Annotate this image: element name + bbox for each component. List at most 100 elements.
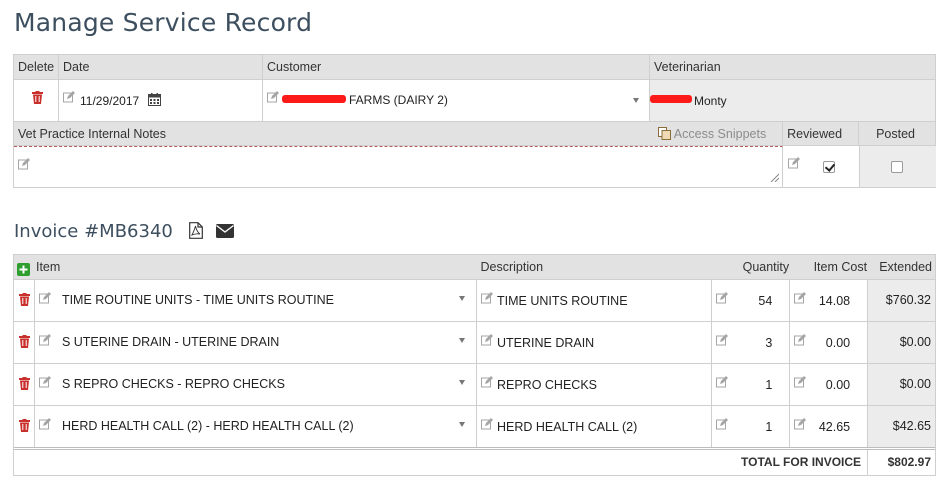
pencil-icon[interactable] — [480, 292, 493, 304]
reviewed-cell — [784, 146, 860, 187]
pencil-icon[interactable] — [38, 376, 51, 388]
pencil-icon[interactable] — [63, 91, 75, 103]
description-field[interactable]: HERD HEALTH CALL (2) — [477, 406, 713, 447]
date-value[interactable]: 11/29/2017 — [80, 94, 139, 108]
notes-header-label: Vet Practice Internal Notes — [18, 127, 166, 141]
item-select[interactable]: S REPRO CHECKS - REPRO CHECKS — [35, 364, 477, 405]
pencil-icon[interactable] — [794, 292, 807, 304]
add-item-cell — [14, 255, 35, 279]
quantity-field[interactable]: 54 — [712, 280, 791, 321]
quantity-value: 1 — [765, 420, 773, 434]
item-select[interactable]: TIME ROUTINE UNITS - TIME UNITS ROUTINE — [35, 280, 477, 321]
pencil-icon[interactable] — [480, 334, 493, 346]
pencil-icon[interactable] — [480, 376, 493, 388]
delete-row-trash-icon[interactable] — [19, 293, 30, 306]
pencil-icon[interactable] — [38, 334, 51, 346]
veterinarian-redaction — [650, 95, 692, 103]
pencil-icon[interactable] — [267, 91, 279, 103]
pencil-icon[interactable] — [716, 334, 729, 346]
chevron-down-icon[interactable] — [458, 380, 465, 385]
veterinarian-value: Monty — [694, 94, 727, 108]
extended-cell: $0.00 — [868, 322, 935, 363]
total-label: TOTAL FOR INVOICE — [14, 450, 869, 475]
delete-row-trash-icon[interactable] — [19, 335, 30, 348]
quantity-field[interactable]: 1 — [712, 406, 791, 447]
extended-value: $0.00 — [899, 335, 931, 349]
envelope-icon[interactable] — [216, 222, 235, 243]
date-header: Date — [59, 55, 263, 79]
customer-value: FARMS (DAIRY 2) — [349, 93, 448, 107]
invoice-table: Item Description Quantity Item Cost Exte… — [13, 254, 936, 476]
pencil-icon[interactable] — [480, 418, 493, 430]
invoice-row: S REPRO CHECKS - REPRO CHECKS REPRO CHEC… — [14, 363, 935, 405]
extended-value: $42.65 — [892, 419, 931, 433]
quantity-value: 54 — [758, 294, 773, 308]
extended-header: Extended — [879, 260, 933, 274]
delete-record-trash-icon[interactable] — [32, 91, 43, 104]
description-field[interactable]: REPRO CHECKS — [477, 364, 713, 405]
customer-redaction — [282, 95, 346, 103]
delete-row-trash-icon[interactable] — [19, 377, 30, 390]
invoice-total-row: TOTAL FOR INVOICE $802.97 — [14, 447, 935, 475]
posted-checkbox[interactable] — [891, 161, 903, 173]
item-select[interactable]: HERD HEALTH CALL (2) - HERD HEALTH CALL … — [35, 406, 477, 447]
access-snippets-label: Access Snippets — [673, 127, 767, 141]
pencil-icon[interactable] — [716, 418, 729, 430]
customer-select[interactable]: FARMS (DAIRY 2) — [263, 80, 650, 121]
extended-cell: $42.65 — [868, 406, 935, 447]
description-value: UTERINE DRAIN — [496, 336, 595, 350]
item-cost-value: 0.00 — [825, 378, 851, 392]
item-cost-field[interactable]: 42.65 — [790, 406, 869, 447]
notes-body-row — [14, 145, 936, 187]
chevron-down-icon[interactable] — [633, 98, 639, 103]
quantity-field[interactable]: 1 — [712, 364, 791, 405]
invoice-title-text: Invoice #MB6340 — [14, 221, 173, 242]
pencil-icon[interactable] — [716, 376, 729, 388]
delete-header: Delete — [14, 55, 59, 79]
pencil-icon[interactable] — [18, 158, 30, 170]
quantity-header: Quantity — [742, 260, 790, 274]
total-value: $802.97 — [887, 455, 931, 469]
pencil-icon[interactable] — [38, 418, 51, 430]
page-title: Manage Service Record — [14, 8, 313, 37]
item-header: Item — [35, 260, 61, 274]
description-header: Description — [480, 260, 544, 274]
chevron-down-icon[interactable] — [458, 296, 465, 301]
extended-value: $760.32 — [885, 293, 931, 307]
veterinarian-cell: Monty — [650, 80, 935, 121]
quantity-field[interactable]: 3 — [712, 322, 791, 363]
description-field[interactable]: UTERINE DRAIN — [477, 322, 713, 363]
pencil-icon[interactable] — [38, 292, 51, 304]
chevron-down-icon[interactable] — [458, 422, 465, 427]
reviewed-checkbox[interactable] — [823, 161, 835, 173]
pencil-icon[interactable] — [788, 157, 800, 169]
internal-notes-textarea[interactable] — [14, 146, 783, 187]
description-value: TIME UNITS ROUTINE — [496, 294, 628, 308]
pencil-icon[interactable] — [794, 376, 807, 388]
item-cost-field[interactable]: 14.08 — [790, 280, 869, 321]
delete-row-trash-icon[interactable] — [19, 419, 30, 432]
item-cost-header: Item Cost — [813, 260, 868, 274]
reviewed-header: Reviewed — [783, 122, 860, 145]
pencil-icon[interactable] — [794, 334, 807, 346]
item-value: S REPRO CHECKS - REPRO CHECKS — [61, 377, 285, 391]
chevron-down-icon[interactable] — [458, 338, 465, 343]
item-value: S UTERINE DRAIN - UTERINE DRAIN — [61, 335, 280, 349]
resize-handle-icon[interactable] — [770, 171, 780, 185]
extended-cell: $760.32 — [868, 280, 935, 321]
item-cost-field[interactable]: 0.00 — [790, 322, 869, 363]
item-cost-field[interactable]: 0.00 — [790, 364, 869, 405]
item-cost-value: 14.08 — [818, 294, 851, 308]
description-field[interactable]: TIME UNITS ROUTINE — [477, 280, 713, 321]
posted-cell — [860, 146, 936, 187]
calendar-icon[interactable] — [148, 93, 161, 109]
date-cell[interactable]: 11/29/2017 — [59, 80, 263, 121]
extended-cell: $0.00 — [868, 364, 935, 405]
item-cost-value: 42.65 — [818, 420, 851, 434]
service-record-table: Delete Date Customer Veterinarian 11/29/… — [13, 54, 936, 188]
pencil-icon[interactable] — [794, 418, 807, 430]
item-select[interactable]: S UTERINE DRAIN - UTERINE DRAIN — [35, 322, 477, 363]
pencil-icon[interactable] — [716, 292, 729, 304]
notes-header: Vet Practice Internal Notes Access Snipp… — [14, 122, 784, 145]
pdf-icon[interactable] — [188, 222, 203, 244]
